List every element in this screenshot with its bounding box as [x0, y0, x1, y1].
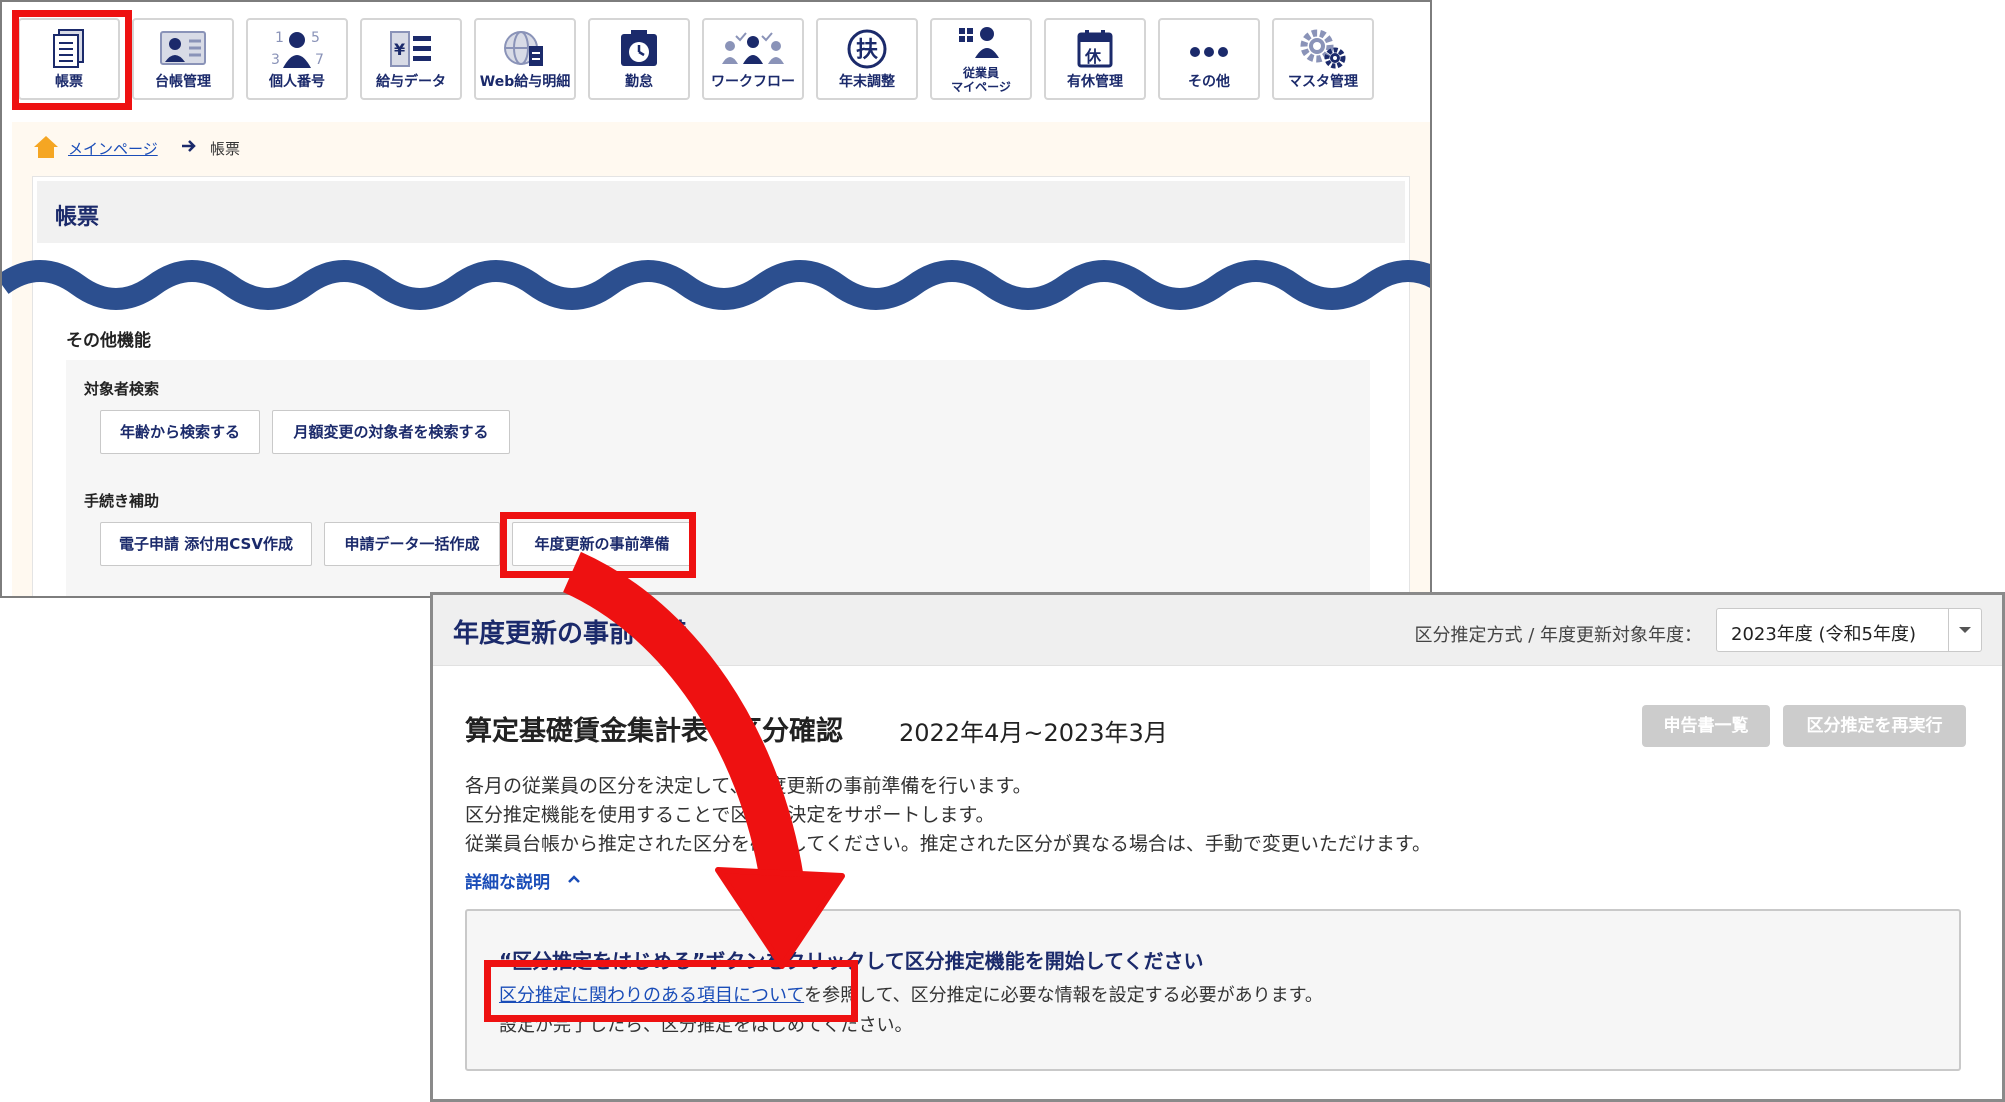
highlight-annual-update-button: [500, 512, 696, 578]
period-text: 2022年4月~2023年3月: [899, 719, 1168, 747]
digit: 1: [275, 30, 284, 46]
panel-title: 年度更新の事前準備: [453, 619, 688, 649]
fu-circle-icon: 扶: [818, 28, 916, 70]
digit: 5: [311, 30, 320, 46]
search-section-label: 対象者検索: [84, 380, 160, 398]
digit: 3: [271, 52, 280, 68]
highlight-estimation-link: [484, 960, 858, 1022]
toolbar-button-paid-leave[interactable]: 休 有休管理: [1044, 18, 1146, 100]
other-functions-box: 対象者検索 年齢から検索する 月額変更の対象者を検索する 手続き補助 電子申請 …: [66, 360, 1370, 596]
yen-glyph: ¥: [394, 40, 405, 59]
arrow-right-icon: [180, 138, 198, 158]
csv-attachment-button[interactable]: 電子申請 添付用CSV作成: [100, 522, 312, 566]
toolbar-button-web-payslip[interactable]: Web給与明細: [474, 18, 576, 100]
toolbar-button-employee-mypage[interactable]: 従業員 マイページ: [930, 18, 1032, 100]
section-break-wave: [2, 260, 1430, 310]
top-window: 帳票 台帳管理 1 5 3 7 個人番号 ¥ 給与データ Web給与明細 勤怠 …: [0, 0, 1432, 598]
toolbar-label: ワークフロー: [711, 74, 795, 90]
highlight-forms-button: [12, 10, 132, 110]
annual-update-window: 年度更新の事前準備 区分推定方式 / 年度更新対象年度： 2023年度 (令和5…: [430, 592, 2005, 1102]
people-flow-icon: [704, 28, 802, 70]
more-dots-icon: [1160, 28, 1258, 70]
other-functions-title: その他機能: [66, 331, 151, 351]
toolbar-button-ledger[interactable]: 台帳管理: [132, 18, 234, 100]
breadcrumb-current: 帳票: [210, 140, 241, 158]
section-title: 算定基礎賃金集計表の区分確認: [465, 716, 843, 747]
caret-down-icon: [1959, 627, 1971, 633]
toolbar-label: 台帳管理: [155, 74, 211, 90]
search-monthly-change-button[interactable]: 月額変更の対象者を検索する: [272, 410, 510, 454]
fu-glyph: 扶: [856, 38, 878, 63]
yen-list-icon: ¥: [362, 28, 460, 70]
year-select-value: 2023年度 (令和5年度): [1731, 624, 1917, 645]
toolbar-label: 個人番号: [269, 74, 325, 90]
search-by-age-button[interactable]: 年齢から検索する: [100, 410, 260, 454]
employee-page-icon: [932, 24, 1030, 66]
globe-document-icon: [476, 28, 574, 70]
kyu-glyph: 休: [1084, 47, 1102, 66]
holiday-calendar-icon: 休: [1046, 28, 1144, 70]
toolbar-label: マスタ管理: [1288, 74, 1358, 90]
toolbar-label: 給与データ: [376, 74, 446, 90]
select-caret[interactable]: [1948, 609, 1981, 651]
breadcrumb-home-link[interactable]: メインページ: [68, 138, 158, 159]
toolbar-label: その他: [1188, 74, 1230, 90]
toolbar-label: Web給与明細: [479, 74, 571, 90]
toolbar-button-payroll-data[interactable]: ¥ 給与データ: [360, 18, 462, 100]
id-card-icon: [134, 28, 232, 70]
detail-toggle[interactable]: 詳細な説明: [465, 868, 580, 893]
toolbar-button-attendance[interactable]: 勤怠: [588, 18, 690, 100]
timecard-icon: [590, 28, 688, 70]
description-line: 区分推定機能を使用することで区分の決定をサポートします。: [465, 804, 995, 826]
toolbar-label: 勤怠: [625, 74, 653, 90]
declaration-list-button[interactable]: 申告書一覧: [1642, 705, 1770, 747]
chevron-up-icon: [568, 875, 580, 883]
toolbar-button-workflow[interactable]: ワークフロー: [702, 18, 804, 100]
person-number-icon: 1 5 3 7: [248, 28, 346, 70]
page-title: 帳票: [55, 205, 100, 230]
toolbar-button-other[interactable]: その他: [1158, 18, 1260, 100]
year-select-label: 区分推定方式 / 年度更新対象年度：: [1414, 625, 1702, 646]
description-line: 従業員台帳から推定された区分を確認してください。推定された区分が異なる場合は、手…: [465, 833, 1431, 855]
toolbar-label: 年末調整: [839, 74, 895, 90]
digit: 7: [315, 52, 324, 68]
toolbar-label: 有休管理: [1067, 74, 1123, 90]
gears-icon: [1274, 28, 1372, 70]
info-line-rest: を参照して、区分推定に必要な情報を設定する必要があります。: [804, 985, 1323, 1006]
description-line: 各月の従業員の区分を決定して、年度更新の事前準備を行います。: [465, 775, 1032, 797]
toolbar-button-year-end[interactable]: 扶 年末調整: [816, 18, 918, 100]
panel-header: 年度更新の事前準備 区分推定方式 / 年度更新対象年度： 2023年度 (令和5…: [433, 595, 2002, 666]
year-select[interactable]: 2023年度 (令和5年度): [1716, 608, 1982, 652]
toolbar-button-master[interactable]: マスタ管理: [1272, 18, 1374, 100]
toolbar-label: 従業員 マイページ: [951, 66, 1011, 94]
toolbar-button-personal-number[interactable]: 1 5 3 7 個人番号: [246, 18, 348, 100]
detail-toggle-label: 詳細な説明: [465, 873, 550, 893]
procedure-section-label: 手続き補助: [84, 492, 160, 510]
card-header: 帳票: [37, 181, 1405, 243]
home-icon[interactable]: [32, 134, 60, 164]
rerun-estimation-button[interactable]: 区分推定を再実行: [1783, 705, 1966, 747]
bulk-application-button[interactable]: 申請データ一括作成: [324, 522, 500, 566]
